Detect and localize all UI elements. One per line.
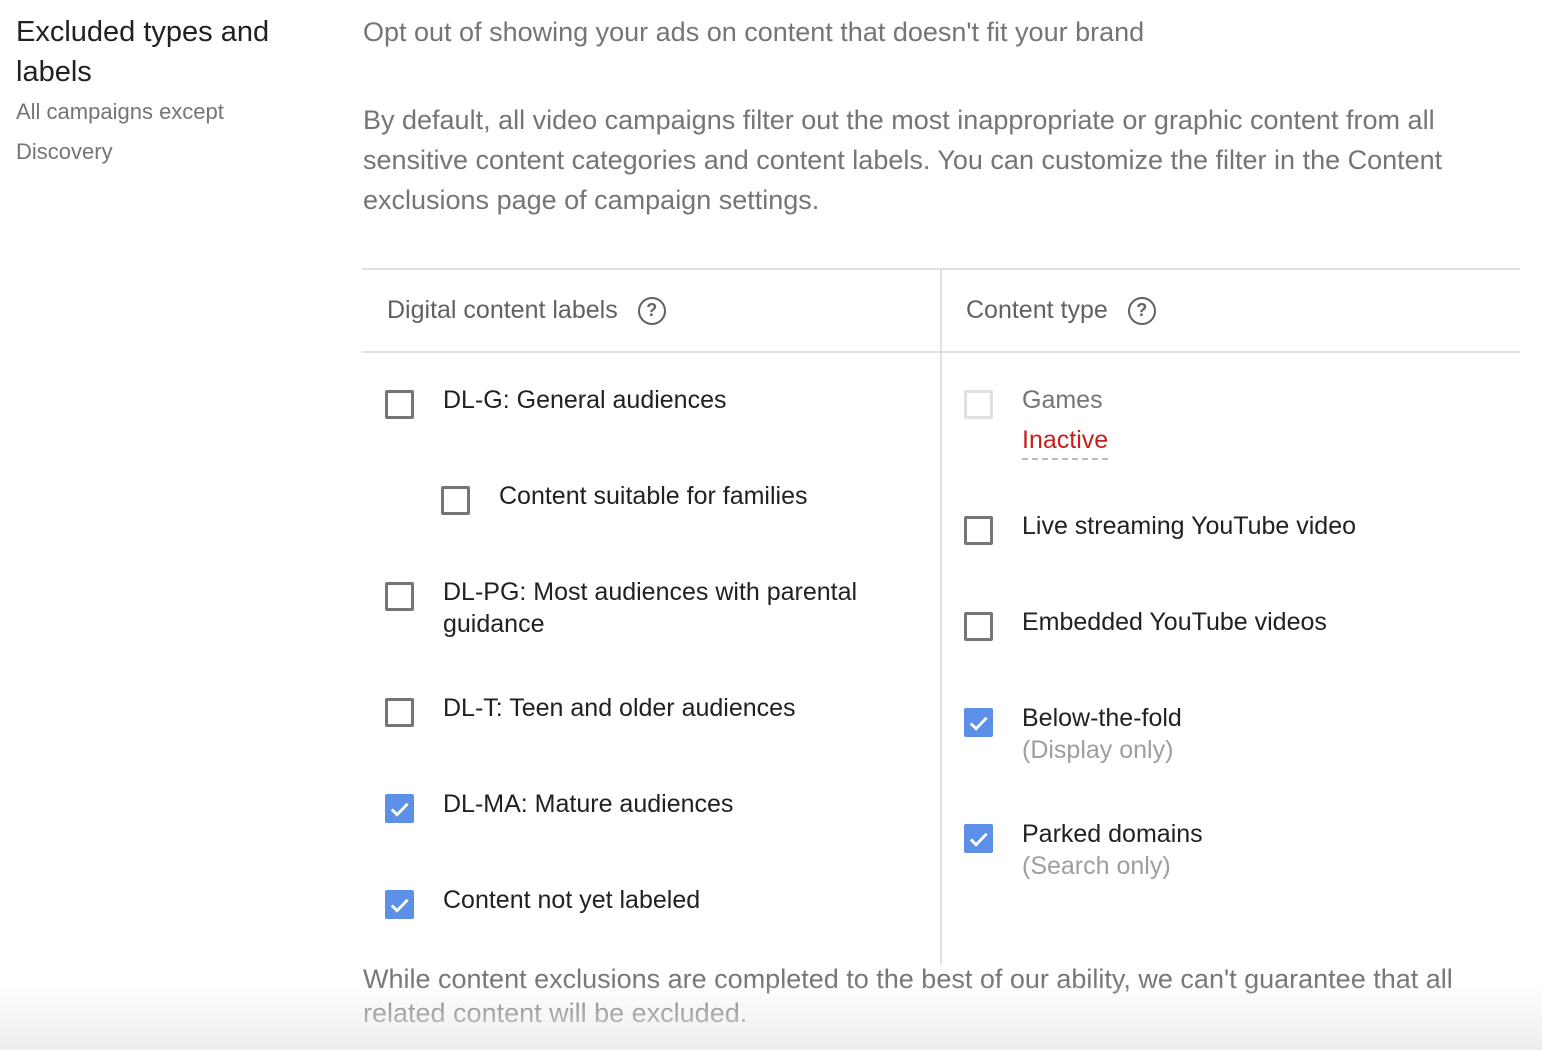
checkbox-label: DL-PG: Most audiences with parental guid… (443, 578, 858, 638)
digital-content-labels-header: Digital content labels ? (362, 270, 940, 353)
checkbox[interactable] (441, 486, 470, 515)
checkbox-label: Content not yet labeled (443, 886, 701, 914)
exclusions-panel: Digital content labels ? DL-G: General a… (362, 268, 1520, 965)
checkbox[interactable] (964, 612, 993, 641)
checkbox-label: Parked domains (1022, 820, 1203, 848)
checkmark-icon (390, 898, 409, 913)
checkbox-label-group: Parked domains (Search only) (1022, 818, 1203, 882)
intro-text: Opt out of showing your ads on content t… (363, 12, 1523, 220)
checkbox-label: DL-MA: Mature audiences (443, 790, 734, 818)
checkbox-label: Below-the-fold (1022, 704, 1182, 732)
checkbox[interactable] (385, 390, 414, 419)
checkbox-row-dl-g[interactable]: DL-G: General audiences (385, 384, 726, 419)
checkbox-label-group: Below-the-fold (Display only) (1022, 702, 1182, 766)
checkbox-note: (Display only) (1022, 736, 1174, 764)
checkbox-row-dl-ma[interactable]: DL-MA: Mature audiences (385, 788, 733, 823)
section-subtitle: All campaigns except Discovery (16, 99, 224, 164)
checkbox-row-games: Games Inactive (964, 384, 1109, 460)
checkbox-disabled (964, 390, 993, 419)
checkbox[interactable] (385, 582, 414, 611)
digital-content-labels-column: Digital content labels ? DL-G: General a… (362, 270, 942, 965)
checkmark-icon (969, 832, 988, 847)
checkbox-row-live-streaming[interactable]: Live streaming YouTube video (964, 510, 1356, 545)
checkbox-row-dl-pg[interactable]: DL-PG: Most audiences with parental guid… (385, 576, 913, 640)
checkbox[interactable] (385, 698, 414, 727)
checkbox-label-group: Games Inactive (1022, 384, 1109, 460)
intro-headline: Opt out of showing your ads on content t… (363, 17, 1145, 47)
checkbox-row-embedded-videos[interactable]: Embedded YouTube videos (964, 606, 1327, 641)
content-type-column: Content type ? Games Inactive Live strea… (942, 270, 1520, 965)
content-exclusions-page: Excluded types and labels All campaigns … (0, 0, 1542, 1050)
checkbox-row-families[interactable]: Content suitable for families (441, 480, 807, 515)
inactive-status[interactable]: Inactive (1022, 422, 1109, 460)
help-circle-icon[interactable]: ? (637, 296, 666, 325)
section-title: Excluded types and labels (16, 16, 270, 88)
checkbox-label: Games (1022, 386, 1103, 414)
digital-content-labels-title: Digital content labels (387, 296, 618, 324)
checkbox-row-below-the-fold[interactable]: Below-the-fold (Display only) (964, 702, 1182, 766)
checkbox-label: Live streaming YouTube video (1022, 512, 1357, 540)
checkbox-label: Content suitable for families (499, 482, 808, 510)
checkbox-label: DL-T: Teen and older audiences (443, 694, 796, 722)
checkbox-checked[interactable] (964, 708, 993, 737)
checkbox-note: (Search only) (1022, 852, 1171, 880)
checkbox-label: DL-G: General audiences (443, 386, 727, 414)
checkbox-row-not-labeled[interactable]: Content not yet labeled (385, 884, 700, 919)
disclaimer-text: While content exclusions are completed t… (363, 964, 1453, 1028)
checkbox-row-parked-domains[interactable]: Parked domains (Search only) (964, 818, 1203, 882)
checkbox[interactable] (964, 516, 993, 545)
help-circle-icon[interactable]: ? (1127, 296, 1156, 325)
checkbox-label: Embedded YouTube videos (1022, 608, 1327, 636)
checkbox-row-dl-t[interactable]: DL-T: Teen and older audiences (385, 692, 796, 727)
checkbox-checked[interactable] (385, 794, 414, 823)
intro-body: By default, all video campaigns filter o… (363, 105, 1443, 215)
checkbox-checked[interactable] (964, 824, 993, 853)
checkmark-icon (390, 802, 409, 817)
checkbox-checked[interactable] (385, 890, 414, 919)
content-type-header: Content type ? (942, 270, 1520, 353)
content-type-title: Content type (966, 296, 1108, 324)
checkmark-icon (969, 716, 988, 731)
section-label-column: Excluded types and labels All campaigns … (16, 12, 316, 172)
